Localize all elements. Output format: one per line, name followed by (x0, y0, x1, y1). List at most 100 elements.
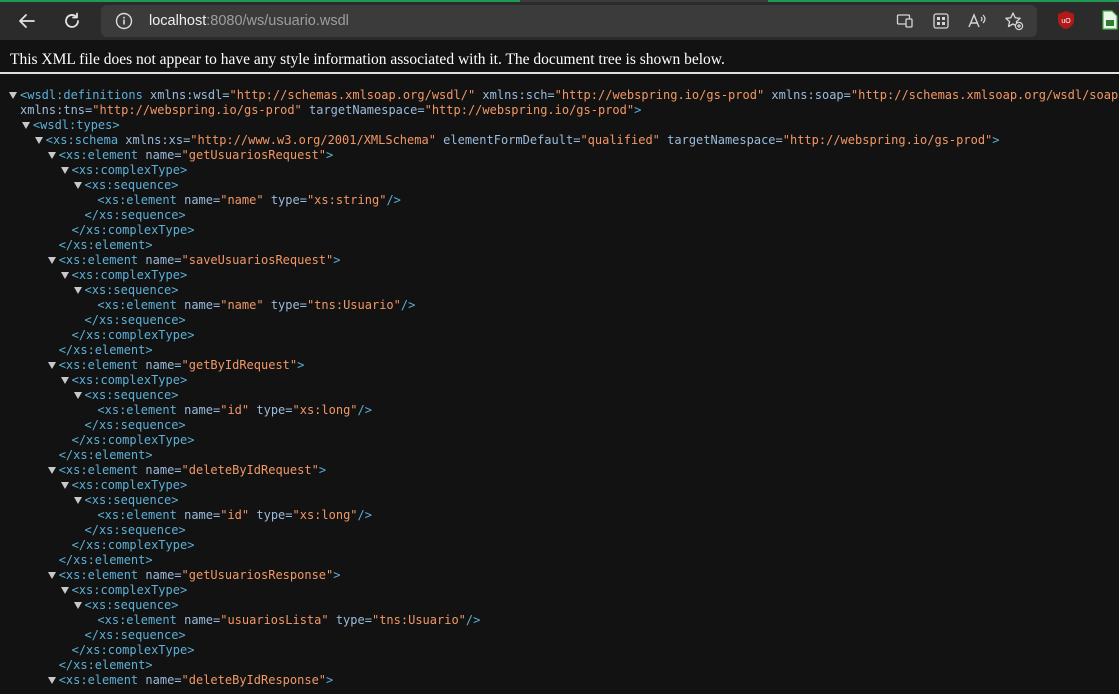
xml-attr-name: type= (328, 613, 372, 627)
xml-attr-value: "tns:Usuario" (371, 613, 466, 627)
xml-attr-value: "name" (220, 298, 264, 312)
xml-tag: <xs:sequence> (84, 388, 179, 402)
xml-tag: <xs:complexType> (71, 373, 188, 387)
xml-line: xmlns:tns="http://webspring.io/gs-prod" … (20, 103, 641, 118)
xml-attr-value: "name" (220, 193, 264, 207)
xml-attr-value: "xs:long" (292, 508, 358, 522)
xml-line: </xs:element> (59, 553, 153, 568)
xml-tag: <xs:sequence> (84, 178, 179, 192)
xml-attr-value: "http://webspring.io/gs-prod" (92, 103, 302, 117)
collapse-triangle-icon[interactable] (47, 677, 56, 684)
url-path: :8080/ws/usuario.wsdl (206, 13, 349, 29)
xml-attr-name: name= (138, 673, 182, 687)
xml-tag: </xs:complexType> (71, 643, 195, 657)
address-bar[interactable]: localhost:8080/ws/usuario.wsdl (101, 5, 1037, 37)
ublock-extension-icon[interactable]: uO (1056, 10, 1076, 30)
collapse-triangle-icon[interactable] (47, 467, 56, 474)
xml-tag: > (634, 103, 642, 117)
xml-line: <xs:complexType> (60, 373, 188, 388)
xml-attr-value: "http://schemas.xmlsoap.org/wsdl/soap/" (850, 88, 1119, 102)
collapse-triangle-icon[interactable] (60, 482, 69, 489)
xml-line: </xs:sequence> (85, 523, 186, 538)
xml-attr-name: xmlns:sch= (475, 88, 555, 102)
xml-attr-name: elementFormDefault= (435, 133, 581, 147)
collapse-triangle-icon[interactable] (73, 287, 82, 294)
info-icon[interactable] (115, 12, 133, 30)
xml-tag: <xs:element (97, 613, 177, 627)
xml-line: <xs:sequence> (73, 598, 179, 613)
collapse-triangle-icon[interactable] (47, 572, 56, 579)
collapse-triangle-icon[interactable] (73, 602, 82, 609)
xml-line: </xs:element> (59, 448, 153, 463)
collapse-triangle-icon[interactable] (47, 257, 56, 264)
xml-attr-value: "id" (220, 403, 250, 417)
collapse-triangle-icon[interactable] (73, 392, 82, 399)
xml-tag: <wsdl:definitions (20, 88, 143, 102)
xml-line: <xs:element name="deleteByIdResponse"> (47, 673, 334, 688)
xml-line: <xs:sequence> (73, 283, 178, 298)
xml-attr-name: name= (138, 148, 182, 162)
collapse-triangle-icon[interactable] (60, 167, 69, 174)
collapse-triangle-icon[interactable] (60, 272, 69, 279)
xml-tag: <xs:element (97, 508, 177, 522)
xml-line: <xs:sequence> (73, 388, 179, 403)
xml-attr-value: "http://www.w3.org/2001/XMLSchema" (190, 133, 436, 147)
xml-line: </xs:complexType> (72, 433, 195, 448)
xml-tag: </xs:sequence> (84, 628, 186, 642)
xml-tag: </xs:element> (58, 343, 153, 357)
xml-tag: /> (357, 508, 372, 522)
xml-attr-name: name= (138, 358, 182, 372)
collapse-triangle-icon[interactable] (34, 137, 43, 144)
url-text[interactable]: localhost:8080/ws/usuario.wsdl (149, 12, 349, 30)
xml-attr-name: name= (138, 253, 182, 267)
xml-line: </xs:complexType> (72, 643, 195, 658)
reload-button[interactable] (55, 5, 89, 37)
collapse-triangle-icon[interactable] (47, 152, 56, 159)
xml-attr-value: "deleteByIdResponse" (181, 673, 327, 687)
xml-attr-name: name= (176, 298, 221, 312)
xml-line: <xs:element name="saveUsuariosRequest"> (47, 253, 341, 268)
add-favorite-icon[interactable] (1004, 11, 1024, 31)
xml-line: <xs:element name="name" type="tns:Usuari… (97, 298, 415, 313)
collapse-triangle-icon[interactable] (47, 362, 56, 369)
xml-line: </xs:element> (59, 238, 153, 253)
arrow-left-icon (19, 14, 35, 28)
xml-line: <xs:element name="id" type="xs:long"/> (97, 403, 372, 418)
app-available-icon[interactable] (895, 11, 915, 31)
xml-tag: <xs:element (97, 193, 177, 207)
collapse-triangle-icon[interactable] (60, 377, 69, 384)
xml-tag: > (326, 148, 334, 162)
xml-tag: <xs:element (58, 673, 139, 687)
collapse-triangle-icon[interactable] (73, 182, 82, 189)
xml-attr-name: name= (176, 613, 221, 627)
xml-attr-value: "id" (220, 508, 250, 522)
xml-attr-name: name= (138, 568, 182, 582)
xml-tag: <xs:element (58, 568, 139, 582)
url-host: localhost (149, 13, 207, 29)
xml-line: <wsdl:definitions xmlns:wsdl="http://sch… (9, 88, 1119, 103)
xml-tag: <xs:element (58, 253, 139, 267)
xml-line: </xs:complexType> (72, 223, 195, 238)
collapse-triangle-icon[interactable] (73, 497, 82, 504)
xml-tag: <xs:complexType> (71, 478, 188, 492)
xml-line: </xs:element> (59, 658, 153, 673)
xml-tag: > (333, 253, 341, 267)
xml-line: <xs:element name="name" type="xs:string"… (97, 193, 401, 208)
xml-tag: <xs:complexType> (71, 163, 188, 177)
collapse-triangle-icon[interactable] (21, 122, 30, 129)
extensions-grid-icon[interactable] (931, 11, 951, 31)
xml-tag: > (318, 463, 327, 477)
xml-line: <xs:element name="getUsuariosResponse"> (47, 568, 340, 583)
collapse-triangle-icon[interactable] (60, 587, 69, 594)
back-button[interactable] (10, 5, 44, 37)
xml-tag: </xs:element> (58, 658, 153, 672)
reload-icon (65, 12, 79, 28)
xml-line: <xs:sequence> (73, 178, 179, 193)
xml-attr-value: "http://webspring.io/gs-prod" (782, 133, 993, 147)
xml-tag: <xs:sequence> (84, 598, 179, 612)
page-extension-icon[interactable] (1101, 10, 1119, 30)
xml-tag: > (326, 673, 334, 687)
read-aloud-icon[interactable] (967, 11, 987, 31)
collapse-triangle-icon[interactable] (9, 92, 17, 99)
xml-attr-value: "http://webspring.io/gs-prod" (554, 88, 765, 102)
